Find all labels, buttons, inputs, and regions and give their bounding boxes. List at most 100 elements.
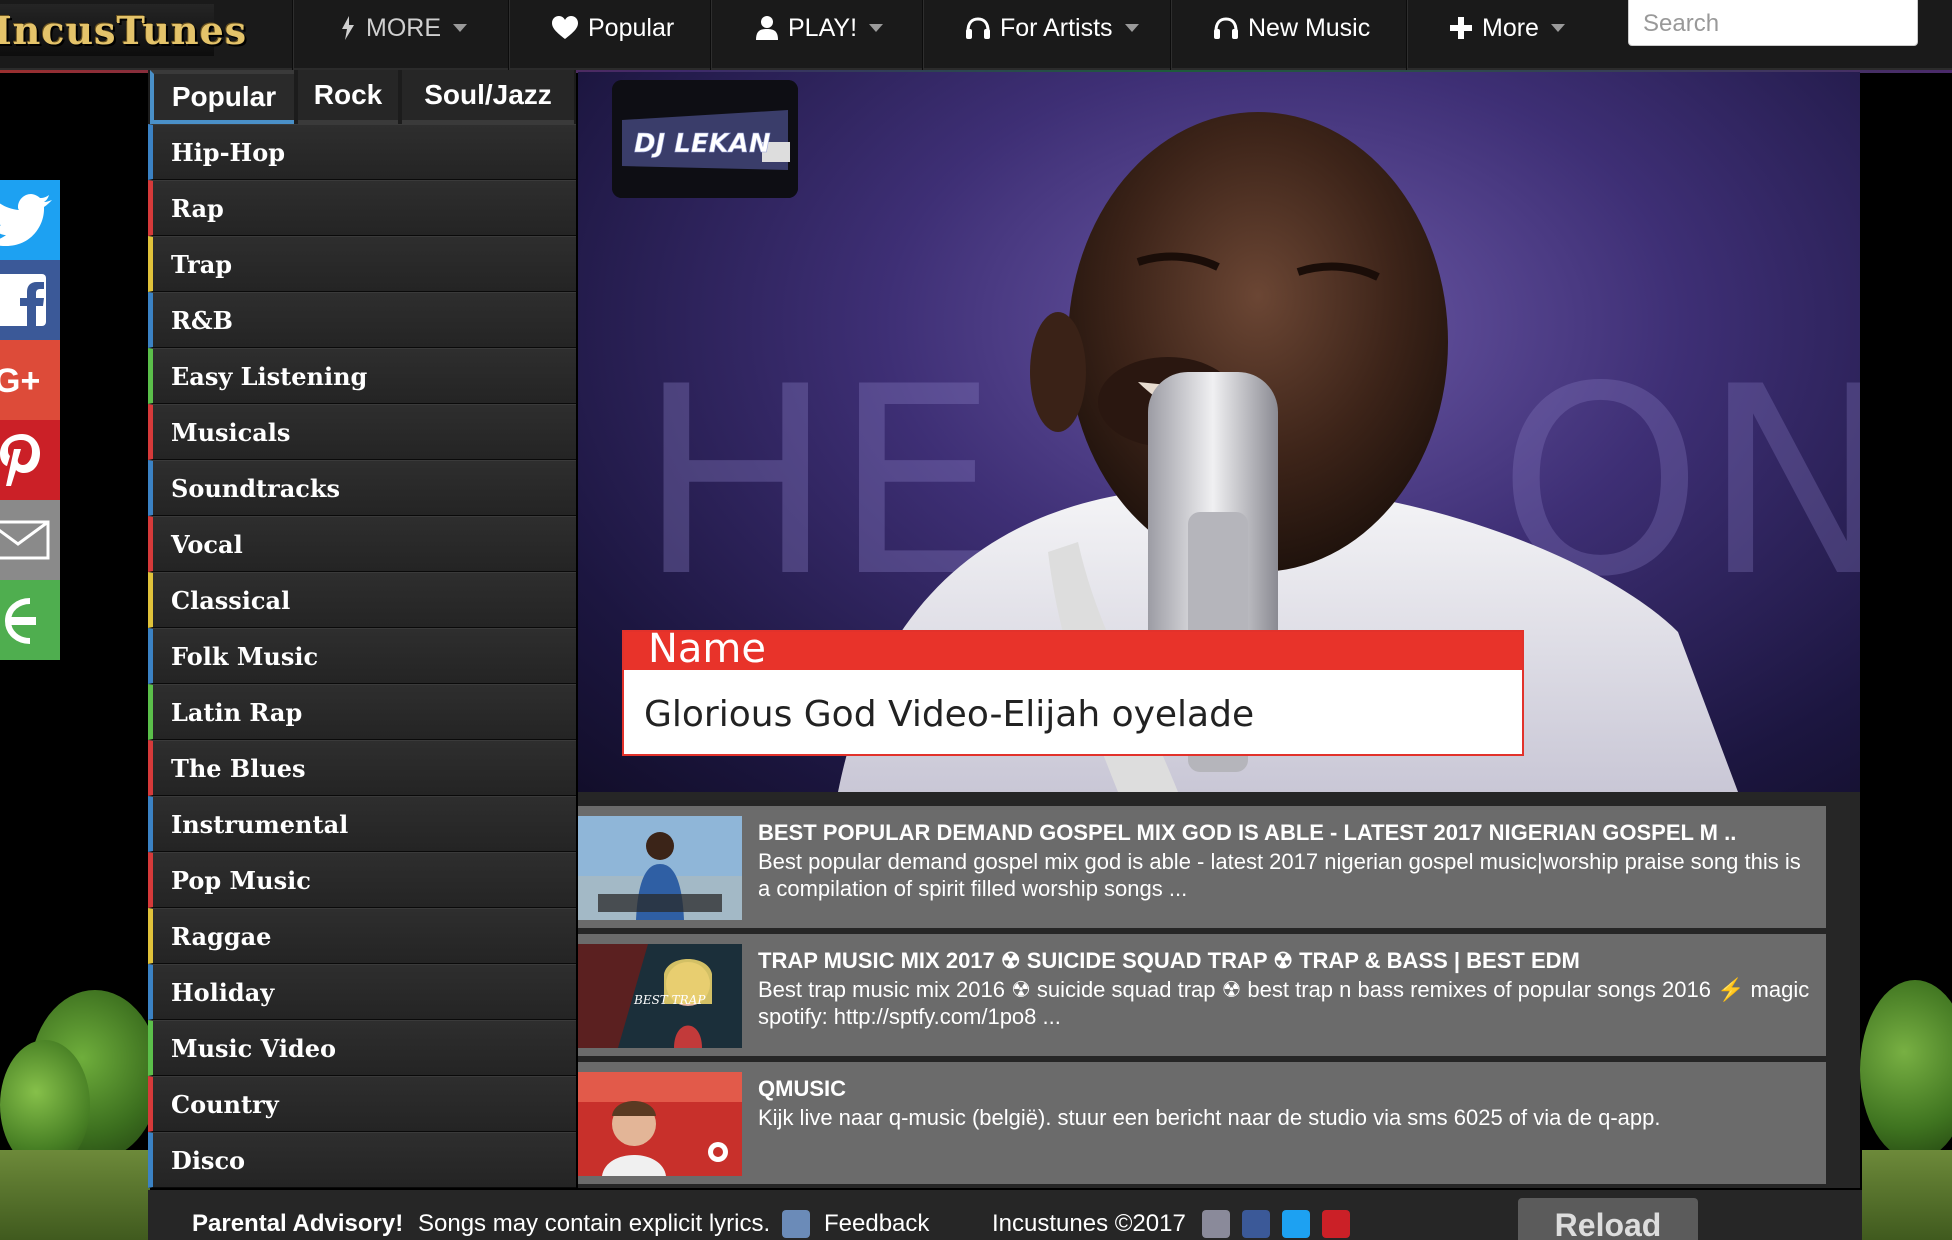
genre-item-label: Musicals [171, 417, 291, 447]
nav-separator [1406, 0, 1408, 70]
genre-item[interactable]: Vocal [148, 516, 576, 572]
parental-advisory-text: Songs may contain explicit lyrics. [418, 1210, 771, 1237]
tab-label: Rock [313, 79, 383, 110]
chevron-down-icon [869, 24, 884, 32]
result-thumbnail[interactable] [578, 816, 742, 920]
bolt-icon [342, 16, 354, 40]
chevron-down-icon [453, 24, 467, 32]
nav-item-label: More [1482, 13, 1539, 42]
heart-icon [552, 16, 578, 39]
genre-item[interactable]: The Blues [148, 740, 576, 796]
result-description: Best trap music mix 2016 ☢ suicide squad… [758, 977, 1810, 1029]
nav-item-new-music[interactable]: New Music [1214, 0, 1370, 56]
nav-item-label: PLAY! [788, 13, 858, 42]
result-thumbnail[interactable] [578, 1072, 742, 1176]
plus-icon [1450, 17, 1472, 39]
genre-item[interactable]: Instrumental [148, 796, 576, 852]
mail-icon[interactable] [782, 1210, 810, 1238]
reddit-icon[interactable] [1202, 1210, 1230, 1238]
nav-item-label: MORE [366, 13, 441, 42]
twitter-icon[interactable] [1282, 1210, 1310, 1238]
google-plus-icon: G+ [0, 362, 40, 400]
result-thumbnail-text: BEST TRAP [633, 993, 706, 1007]
user-icon [756, 16, 778, 40]
nav-separator [292, 0, 294, 70]
genre-item-label: Easy Listening [171, 361, 368, 391]
result-thumbnail[interactable]: BEST TRAP [578, 944, 742, 1048]
pinterest-icon[interactable] [1322, 1210, 1350, 1238]
share-button[interactable] [0, 580, 60, 660]
twitter-share-button[interactable] [0, 180, 60, 260]
result-title[interactable]: QMUSIC [758, 1076, 846, 1102]
reload-button[interactable]: Reload [1518, 1198, 1698, 1240]
genre-item[interactable]: Country [148, 1076, 576, 1132]
feedback-link[interactable]: Feedback [824, 1210, 929, 1238]
genre-item-label: Pop Music [171, 865, 311, 895]
genre-item[interactable]: Raggae [148, 908, 576, 964]
facebook-icon [0, 274, 46, 328]
genre-item-label: Rap [171, 193, 224, 223]
chevron-down-icon [1550, 24, 1565, 32]
nav-item-label: For Artists [1000, 13, 1113, 42]
genre-item-label: Music Video [171, 1033, 336, 1063]
pinterest-share-button[interactable] [0, 420, 60, 500]
results-list: BEST POPULAR DEMAND GOSPEL MIX GOD IS AB… [578, 792, 1860, 1188]
genre-item[interactable]: Pop Music [148, 852, 576, 908]
video-player[interactable]: HE ON DJ LEKAN Name Glorious God Video-E… [578, 72, 1860, 792]
result-description: Kijk live naar q-music (belgië). stuur e… [758, 1105, 1661, 1130]
google-plus-share-button[interactable]: G+ [0, 340, 60, 420]
share-icon [5, 598, 36, 644]
genre-item-label: The Blues [171, 753, 306, 783]
copyright-text: Incustunes ©2017 [992, 1210, 1186, 1237]
email-share-button[interactable] [0, 500, 60, 580]
genre-item[interactable]: Musicals [148, 404, 576, 460]
genre-item[interactable]: Holiday [148, 964, 576, 1020]
nav-item-more-menu[interactable]: More [1450, 0, 1565, 56]
facebook-share-button[interactable] [0, 260, 60, 340]
nav-item-for-artists[interactable]: For Artists [966, 0, 1139, 56]
result-item[interactable]: BEST POPULAR DEMAND GOSPEL MIX GOD IS AB… [578, 806, 1826, 928]
genre-item[interactable]: Hip-Hop [148, 124, 576, 180]
genre-item-label: Classical [171, 585, 291, 615]
result-item[interactable]: BEST TRAP TRAP MUSIC MIX 2017 ☢ SUICIDE … [578, 934, 1826, 1056]
genre-item-label: Soundtracks [171, 473, 341, 503]
genre-item[interactable]: Music Video [148, 1020, 576, 1076]
tab-popular[interactable]: Popular [150, 70, 294, 124]
genre-item-label: R&B [171, 305, 233, 335]
search-input[interactable] [1628, 0, 1918, 46]
genre-item-label: Vocal [171, 529, 243, 559]
genre-item[interactable]: Latin Rap [148, 684, 576, 740]
genre-item[interactable]: Classical [148, 572, 576, 628]
result-title[interactable]: TRAP MUSIC MIX 2017 ☢ SUICIDE SQUAD TRAP… [758, 948, 1580, 974]
genre-item[interactable]: Folk Music [148, 628, 576, 684]
nav-separator [1170, 0, 1172, 70]
genre-item-label: Latin Rap [171, 697, 303, 727]
tab-rock[interactable]: Rock [298, 70, 398, 124]
nav-item-more[interactable]: MORE [340, 0, 467, 56]
top-navigation-bar: IncusTunes MORE Popular PLAY! For Artist… [0, 0, 1952, 70]
result-description: Best popular demand gospel mix god is ab… [758, 849, 1801, 901]
nav-item-label: Popular [588, 13, 675, 42]
svg-text:G+: G+ [0, 362, 40, 400]
tab-soul-jazz[interactable]: Soul/Jazz [402, 70, 574, 124]
genre-item[interactable]: Rap [148, 180, 576, 236]
nav-separator [710, 0, 712, 70]
email-icon [0, 520, 50, 560]
result-item[interactable]: QMUSIC Kijk live naar q-music (belgië). … [578, 1062, 1826, 1184]
headphones-icon [966, 17, 990, 39]
pinterest-icon [0, 434, 40, 486]
song-name-value: Glorious God Video-Elijah oyelade [644, 694, 1255, 735]
facebook-icon[interactable] [1242, 1210, 1270, 1238]
genre-item-label: Hip-Hop [171, 137, 285, 167]
genre-item[interactable]: R&B [148, 292, 576, 348]
nav-item-popular[interactable]: Popular [552, 0, 674, 56]
result-title[interactable]: BEST POPULAR DEMAND GOSPEL MIX GOD IS AB… [758, 820, 1736, 846]
genre-item[interactable]: Disco [148, 1132, 576, 1188]
headphones-icon [1214, 17, 1238, 39]
nav-item-play[interactable]: PLAY! [756, 0, 884, 56]
tab-label: Soul/Jazz [424, 79, 552, 110]
genre-item[interactable]: Trap [148, 236, 576, 292]
genre-item[interactable]: Soundtracks [148, 460, 576, 516]
site-logo[interactable]: IncusTunes [0, 4, 246, 56]
genre-item[interactable]: Easy Listening [148, 348, 576, 404]
